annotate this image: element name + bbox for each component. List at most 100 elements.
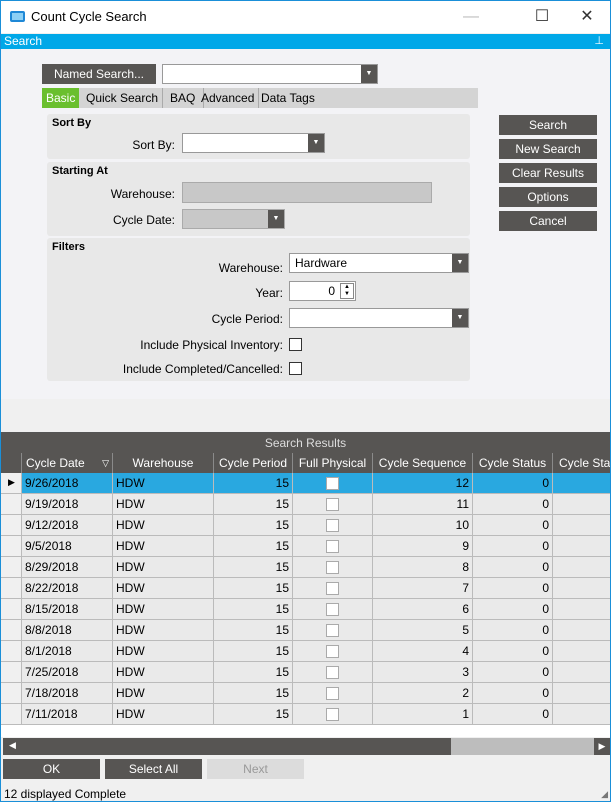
starting-warehouse-field[interactable] — [182, 182, 432, 203]
resize-grip-icon[interactable]: ◢ — [601, 789, 608, 800]
minimize-button[interactable]: — — [448, 5, 494, 29]
search-button[interactable]: Search — [499, 115, 597, 135]
cell-cycle-status[interactable]: 0 — [472, 578, 552, 599]
cell-full-physical[interactable] — [292, 704, 372, 725]
new-search-button[interactable]: New Search — [499, 139, 597, 159]
sort-by-combo[interactable]: ▼ — [182, 133, 325, 153]
cycle-period-combo[interactable]: ▼ — [289, 308, 469, 328]
cell-full-physical[interactable] — [292, 599, 372, 620]
cycle-date-picker[interactable]: ▼ — [182, 209, 285, 229]
cell-cycle-date[interactable]: 7/18/2018 — [21, 683, 112, 704]
cancel-button[interactable]: Cancel — [499, 211, 597, 231]
full-physical-checkbox[interactable] — [326, 582, 339, 595]
table-row[interactable]: 9/19/2018 HDW 15 11 0 — [1, 494, 610, 515]
year-stepper[interactable]: 0 ▲ ▼ — [289, 281, 356, 301]
cell-cycle-stat[interactable] — [552, 662, 610, 683]
cell-warehouse[interactable]: HDW — [112, 620, 213, 641]
tab-basic[interactable]: Basic — [42, 88, 80, 108]
row-selector[interactable] — [1, 557, 21, 578]
cell-warehouse[interactable]: HDW — [112, 578, 213, 599]
ok-button[interactable]: OK — [3, 759, 100, 779]
table-row[interactable]: 8/15/2018 HDW 15 6 0 — [1, 599, 610, 620]
table-row[interactable]: ▶ 9/26/2018 HDW 15 12 0 — [1, 473, 610, 494]
select-all-button[interactable]: Select All — [105, 759, 202, 779]
cell-cycle-sequence[interactable]: 12 — [372, 473, 472, 494]
cell-cycle-period[interactable]: 15 — [213, 662, 292, 683]
cell-cycle-status[interactable]: 0 — [472, 641, 552, 662]
cell-cycle-period[interactable]: 15 — [213, 704, 292, 725]
named-search-button[interactable]: Named Search... — [42, 64, 156, 84]
cell-cycle-period[interactable]: 15 — [213, 620, 292, 641]
row-selector[interactable] — [1, 683, 21, 704]
table-row[interactable]: 9/5/2018 HDW 15 9 0 — [1, 536, 610, 557]
table-row[interactable]: 8/1/2018 HDW 15 4 0 — [1, 641, 610, 662]
cell-cycle-status[interactable]: 0 — [472, 662, 552, 683]
scroll-right-icon[interactable]: ▶ — [594, 738, 610, 755]
column-header-cycle-date[interactable]: Cycle Date ▽ — [21, 453, 112, 473]
scrollbar-thumb[interactable] — [3, 738, 451, 755]
row-selector[interactable] — [1, 515, 21, 536]
column-header-warehouse[interactable]: Warehouse — [112, 453, 213, 473]
cell-cycle-period[interactable]: 15 — [213, 473, 292, 494]
cell-cycle-sequence[interactable]: 1 — [372, 704, 472, 725]
table-row[interactable]: 7/11/2018 HDW 15 1 0 — [1, 704, 610, 725]
cell-full-physical[interactable] — [292, 557, 372, 578]
cell-cycle-stat[interactable] — [552, 578, 610, 599]
cell-cycle-stat[interactable] — [552, 515, 610, 536]
include-physical-checkbox[interactable] — [289, 338, 302, 351]
clear-results-button[interactable]: Clear Results — [499, 163, 597, 183]
cell-cycle-date[interactable]: 8/29/2018 — [21, 557, 112, 578]
cell-warehouse[interactable]: HDW — [112, 599, 213, 620]
full-physical-checkbox[interactable] — [326, 519, 339, 532]
row-selector[interactable] — [1, 494, 21, 515]
cell-warehouse[interactable]: HDW — [112, 515, 213, 536]
spinner-icon[interactable]: ▲ ▼ — [340, 283, 354, 299]
tab-advanced[interactable]: Advanced — [197, 88, 260, 108]
cell-cycle-status[interactable]: 0 — [472, 683, 552, 704]
cell-cycle-period[interactable]: 15 — [213, 515, 292, 536]
filter-icon[interactable]: ▽ — [102, 453, 109, 473]
table-row[interactable]: 7/18/2018 HDW 15 2 0 — [1, 683, 610, 704]
cell-cycle-sequence[interactable]: 2 — [372, 683, 472, 704]
cell-cycle-status[interactable]: 0 — [472, 515, 552, 536]
chevron-down-icon[interactable]: ▼ — [452, 309, 468, 327]
column-header-full-physical[interactable]: Full Physical — [292, 453, 372, 473]
horizontal-scrollbar[interactable]: ◀ ▶ — [3, 738, 610, 755]
cell-full-physical[interactable] — [292, 536, 372, 557]
full-physical-checkbox[interactable] — [326, 645, 339, 658]
cell-cycle-date[interactable]: 8/8/2018 — [21, 620, 112, 641]
column-header-cycle-period[interactable]: Cycle Period — [213, 453, 292, 473]
cell-warehouse[interactable]: HDW — [112, 662, 213, 683]
chevron-down-icon[interactable]: ▼ — [308, 134, 324, 152]
row-selector[interactable] — [1, 536, 21, 557]
full-physical-checkbox[interactable] — [326, 666, 339, 679]
cell-full-physical[interactable] — [292, 515, 372, 536]
table-row[interactable]: 8/22/2018 HDW 15 7 0 — [1, 578, 610, 599]
cell-cycle-status[interactable]: 0 — [472, 599, 552, 620]
column-header-cycle-status[interactable]: Cycle Status — [472, 453, 552, 473]
cell-warehouse[interactable]: HDW — [112, 473, 213, 494]
cell-cycle-sequence[interactable]: 4 — [372, 641, 472, 662]
full-physical-checkbox[interactable] — [326, 687, 339, 700]
table-row[interactable]: 8/8/2018 HDW 15 5 0 — [1, 620, 610, 641]
cell-warehouse[interactable]: HDW — [112, 641, 213, 662]
tab-quick-search[interactable]: Quick Search — [82, 88, 164, 108]
full-physical-checkbox[interactable] — [326, 498, 339, 511]
cell-cycle-stat[interactable] — [552, 536, 610, 557]
cell-cycle-sequence[interactable]: 5 — [372, 620, 472, 641]
cell-cycle-period[interactable]: 15 — [213, 557, 292, 578]
full-physical-checkbox[interactable] — [326, 603, 339, 616]
cell-cycle-status[interactable]: 0 — [472, 536, 552, 557]
cell-cycle-date[interactable]: 8/15/2018 — [21, 599, 112, 620]
named-search-combo[interactable]: ▼ — [162, 64, 378, 84]
cell-full-physical[interactable] — [292, 494, 372, 515]
tab-data-tags[interactable]: Data Tags — [257, 88, 319, 108]
cell-cycle-status[interactable]: 0 — [472, 473, 552, 494]
close-button[interactable]: ✕ — [564, 5, 610, 29]
cell-cycle-date[interactable]: 9/12/2018 — [21, 515, 112, 536]
full-physical-checkbox[interactable] — [326, 540, 339, 553]
chevron-down-icon[interactable]: ▼ — [361, 65, 377, 83]
row-selector[interactable]: ▶ — [1, 473, 21, 494]
cell-full-physical[interactable] — [292, 473, 372, 494]
cell-cycle-sequence[interactable]: 9 — [372, 536, 472, 557]
